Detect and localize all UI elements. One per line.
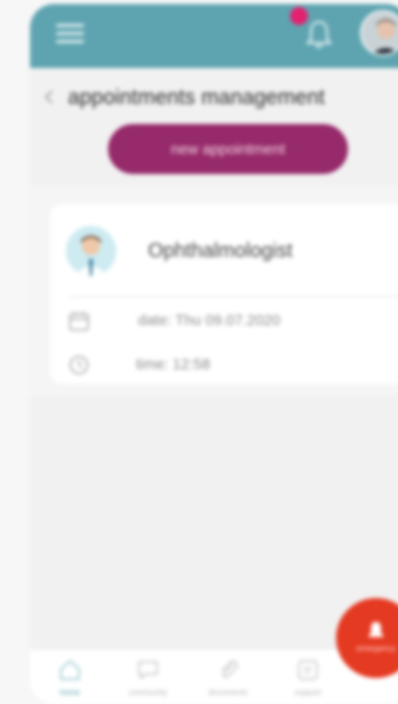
appointment-date: date: Thu 09.07.2020 [138, 312, 281, 329]
card-divider [70, 296, 398, 297]
doctor-icon [66, 226, 116, 276]
back-chevron-icon[interactable] [44, 90, 54, 104]
paperclip-icon [221, 660, 239, 678]
user-avatar[interactable] [360, 10, 398, 56]
nav-label: support [294, 688, 322, 697]
nav-label: documents [208, 688, 248, 697]
app-header [30, 4, 398, 68]
support-icon [298, 660, 318, 680]
calendar-icon [69, 312, 89, 331]
emergency-icon [369, 622, 383, 637]
page-title: appointments management [68, 86, 325, 109]
menu-icon[interactable] [56, 20, 84, 48]
user-photo-icon [362, 12, 398, 54]
nav-item-community[interactable]: community [110, 650, 186, 704]
emergency-label: emergency [356, 644, 396, 653]
nav-item-home[interactable]: home [32, 650, 108, 704]
home-icon [60, 659, 80, 680]
nav-item-support[interactable]: support [270, 650, 346, 704]
doctor-specialty: Ophthalmologist [148, 240, 293, 262]
appointment-card[interactable]: Ophthalmologist date: Thu 09.07.2020 tim… [50, 204, 398, 384]
bell-icon[interactable] [306, 18, 332, 50]
nav-label: community [128, 688, 168, 697]
nav-item-documents[interactable]: documents [190, 650, 266, 704]
doctor-avatar [66, 226, 116, 276]
notification-badge [290, 7, 308, 25]
chat-icon [138, 661, 158, 680]
appointment-time: time: 12:58 [136, 356, 211, 373]
clock-icon [69, 355, 89, 375]
new-appointment-button[interactable]: new appointment [108, 124, 348, 174]
nav-label: home [59, 688, 80, 697]
app-screen: appointments management new appointment … [30, 4, 398, 704]
page-title-row: appointments management [30, 68, 398, 126]
